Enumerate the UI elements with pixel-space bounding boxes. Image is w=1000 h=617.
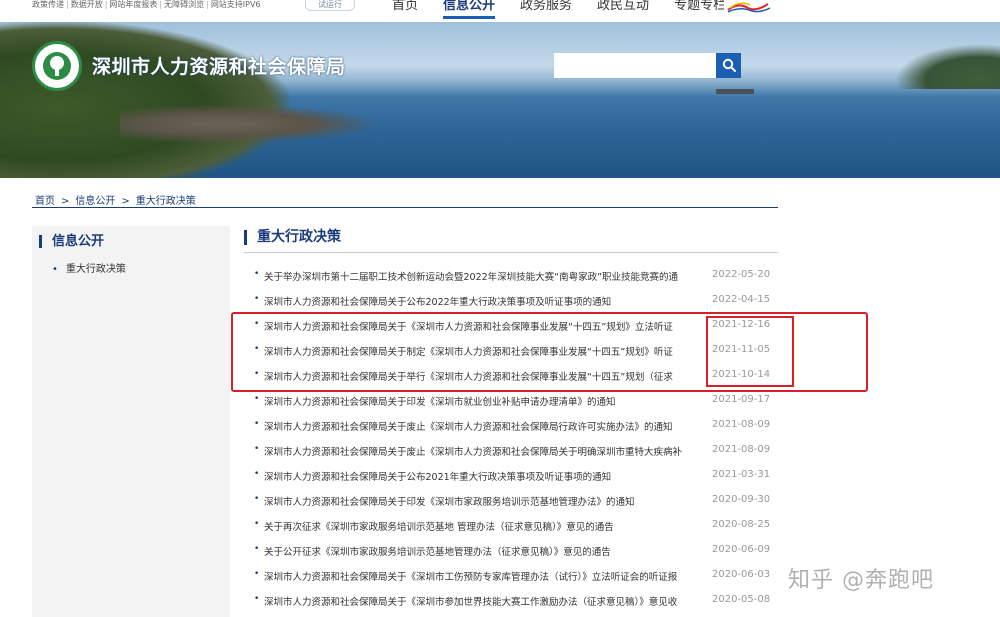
list-item[interactable]: • 深圳市人力资源和社会保障局关于废止《深圳市人力资源和社会保障局关于明确深圳市… bbox=[254, 440, 774, 460]
chevron-right-icon: > bbox=[61, 196, 70, 207]
list-item-title[interactable]: 关于公开征求《深圳市家政服务培训示范基地管理办法（征求意见稿）》意见的通告 bbox=[264, 544, 708, 558]
list-item-date: 2022-04-15 bbox=[712, 294, 771, 305]
list-item-date: 2020-08-25 bbox=[712, 519, 771, 530]
bullet-icon: • bbox=[254, 294, 260, 304]
bullet-icon: • bbox=[254, 444, 260, 454]
list-item[interactable]: • 深圳市人力资源和社会保障局关于废止《深圳市人力资源和社会保障局行政许可实施办… bbox=[254, 415, 774, 435]
bullet-icon: • bbox=[254, 569, 260, 579]
bullet-icon: • bbox=[254, 394, 260, 404]
nav-home[interactable]: 首页 bbox=[392, 0, 418, 22]
list-item[interactable]: • 关于举办深圳市第十二届职工技术创新运动会暨2022年深圳技能大赛“南粤家政”… bbox=[254, 265, 774, 285]
list-item[interactable]: • 深圳市人力资源和社会保障局关于公布2021年重大行政决策事项及听证事项的通知… bbox=[254, 465, 774, 485]
list-item-date: 2021-09-17 bbox=[712, 394, 771, 405]
search-icon bbox=[722, 58, 736, 72]
list-item[interactable]: • 关于公开征求《深圳市家政服务培训示范基地管理办法（征求意见稿）》意见的通告 … bbox=[254, 540, 774, 560]
list-item[interactable]: • 关于再次征求《深圳市家政服务培训示范基地 管理办法（征求意见稿）》意见的通告… bbox=[254, 515, 774, 535]
list-item[interactable]: • 深圳市人力资源和社会保障局关于《深圳市工伤预防专家库管理办法（试行）》立法听… bbox=[254, 565, 774, 585]
search-input[interactable] bbox=[554, 53, 716, 78]
sidebar-title: 信息公开 bbox=[39, 235, 104, 248]
sidebar: 信息公开 • 重大行政决策 bbox=[32, 226, 230, 617]
banner-boat-image bbox=[716, 89, 754, 94]
bullet-icon: • bbox=[254, 544, 260, 554]
breadcrumb-divider bbox=[32, 207, 778, 208]
top-link-accessibility[interactable]: 无障碍浏览 bbox=[164, 0, 204, 9]
bullet-icon: • bbox=[254, 494, 260, 504]
top-link-annual-report[interactable]: 网站年度报表 bbox=[109, 0, 157, 9]
separator: | bbox=[159, 0, 163, 9]
separator: | bbox=[66, 0, 69, 9]
watermark: 知乎 @奔跑吧 bbox=[788, 568, 934, 593]
search-button[interactable] bbox=[716, 53, 741, 78]
main-nav: 首页 信息公开 政务服务 政民互动 专题专栏 bbox=[392, 0, 751, 22]
banner-island-image bbox=[895, 44, 1000, 89]
bullet-icon: • bbox=[254, 469, 260, 479]
list-item-date: 2021-08-09 bbox=[712, 419, 771, 430]
list-item-title[interactable]: 深圳市人力资源和社会保障局关于废止《深圳市人力资源和社会保障局关于明确深圳市重特… bbox=[264, 444, 708, 458]
list-item[interactable]: • 深圳市人力资源和社会保障局关于公布2022年重大行政决策事项及听证事项的通知… bbox=[254, 290, 774, 310]
list-item[interactable]: • 深圳市人力资源和社会保障局关于印发《深圳市家政服务培训示范基地管理办法》的通… bbox=[254, 490, 774, 510]
top-link-ipv6[interactable]: 网站支持IPV6 bbox=[211, 0, 261, 9]
annotation-dates-box bbox=[706, 316, 794, 387]
list-item-title[interactable]: 深圳市人力资源和社会保障局关于公布2022年重大行政决策事项及听证事项的通知 bbox=[264, 294, 708, 308]
bullet-icon: • bbox=[254, 269, 260, 279]
page-title: 重大行政决策 bbox=[244, 230, 341, 245]
title-divider bbox=[244, 252, 778, 253]
breadcrumb-home[interactable]: 首页 bbox=[35, 196, 55, 207]
list-item-date: 2020-06-03 bbox=[712, 569, 771, 580]
trial-badge: 试运行 bbox=[305, 0, 355, 11]
top-bar: 政策传递 | 数据开放 | 网站年度报表 | 无障碍浏览 | 网站支持IPV6 试运行 首页 信… bbox=[0, 0, 1000, 22]
list-item-title[interactable]: 深圳市人力资源和社会保障局关于印发《深圳市就业创业补贴申请办理清单》的通知 bbox=[264, 394, 708, 408]
banner-rocks-image bbox=[120, 104, 380, 144]
list-item[interactable]: • 深圳市人力资源和社会保障局关于《深圳市参加世界技能大赛工作激励办法（征求意见… bbox=[254, 590, 774, 610]
list-item-date: 2021-08-09 bbox=[712, 444, 771, 455]
chevron-right-icon: > bbox=[121, 196, 130, 207]
top-link-open-data[interactable]: 数据开放 bbox=[71, 0, 103, 9]
top-links: 政策传递 | 数据开放 | 网站年度报表 | 无障碍浏览 | 网站支持IPV6 bbox=[32, 0, 261, 10]
sidebar-item-major-decisions[interactable]: • 重大行政决策 bbox=[52, 260, 126, 275]
nav-interaction[interactable]: 政民互动 bbox=[597, 0, 649, 22]
list-item-title[interactable]: 深圳市人力资源和社会保障局关于《深圳市工伤预防专家库管理办法（试行）》立法听证会… bbox=[264, 569, 708, 583]
list-item-date: 2020-09-30 bbox=[712, 494, 771, 505]
nav-info-disclosure[interactable]: 信息公开 bbox=[443, 0, 496, 22]
bullet-icon: • bbox=[254, 419, 260, 429]
site-title[interactable]: 深圳市人力资源和社会保障局 bbox=[92, 52, 346, 79]
list-item-date: 2021-03-31 bbox=[712, 469, 771, 480]
top-link-policy[interactable]: 政策传递 bbox=[32, 0, 64, 9]
separator: | bbox=[206, 0, 209, 9]
bullet-icon: • bbox=[254, 519, 260, 529]
breadcrumb-info-disclosure[interactable]: 信息公开 bbox=[75, 196, 115, 207]
bullet-icon: • bbox=[254, 594, 260, 604]
list-item-date: 2022-05-20 bbox=[712, 269, 771, 280]
nav-topics[interactable]: 专题专栏 bbox=[674, 0, 726, 22]
list-item-title[interactable]: 关于举办深圳市第十二届职工技术创新运动会暨2022年深圳技能大赛“南粤家政”职业… bbox=[264, 269, 708, 283]
nav-gov-services[interactable]: 政务服务 bbox=[520, 0, 572, 22]
list-item-date: 2020-05-08 bbox=[712, 594, 771, 605]
china-brand-logo-icon[interactable] bbox=[724, 0, 774, 14]
tree-trunk bbox=[55, 68, 59, 76]
logo-emblem bbox=[43, 52, 71, 80]
list-item-title[interactable]: 深圳市人力资源和社会保障局关于《深圳市参加世界技能大赛工作激励办法（征求意见稿）… bbox=[264, 594, 708, 608]
sidebar-item-label: 重大行政决策 bbox=[65, 264, 126, 275]
list-item[interactable]: • 深圳市人力资源和社会保障局关于印发《深圳市就业创业补贴申请办理清单》的通知 … bbox=[254, 390, 774, 410]
list-item-title[interactable]: 关于再次征求《深圳市家政服务培训示范基地 管理办法（征求意见稿）》意见的通告 bbox=[264, 519, 708, 533]
list-item-title[interactable]: 深圳市人力资源和社会保障局关于公布2021年重大行政决策事项及听证事项的通知 bbox=[264, 469, 708, 483]
bullet-icon: • bbox=[52, 264, 58, 275]
header-banner: 深圳市人力资源和社会保障局 bbox=[0, 22, 1000, 178]
breadcrumb: 首页 > 信息公开 > 重大行政决策 bbox=[35, 192, 196, 207]
breadcrumb-current[interactable]: 重大行政决策 bbox=[136, 196, 196, 207]
list-item-title[interactable]: 深圳市人力资源和社会保障局关于废止《深圳市人力资源和社会保障局行政许可实施办法》… bbox=[264, 419, 708, 433]
bureau-logo-icon[interactable] bbox=[32, 41, 82, 91]
list-item-title[interactable]: 深圳市人力资源和社会保障局关于印发《深圳市家政服务培训示范基地管理办法》的通知 bbox=[264, 494, 708, 508]
list-item-date: 2020-06-09 bbox=[712, 544, 771, 555]
separator: | bbox=[104, 0, 108, 9]
